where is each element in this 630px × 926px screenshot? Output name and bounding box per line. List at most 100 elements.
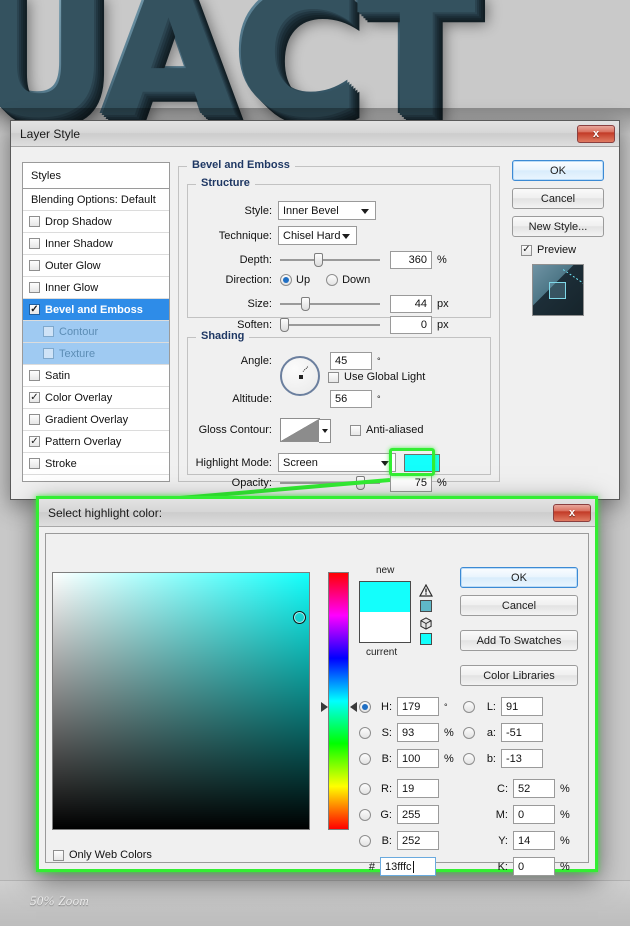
styles-item-checkbox[interactable] (29, 260, 40, 271)
styles-item-checkbox[interactable] (43, 326, 54, 337)
styles-item-checkbox[interactable] (29, 370, 40, 381)
b-input[interactable]: 252 (397, 831, 439, 850)
styles-list-item-contour[interactable]: Contour (23, 321, 169, 343)
styles-list-item-stroke[interactable]: Stroke (23, 453, 169, 475)
highlight-color-swatch[interactable] (404, 454, 440, 472)
web-safe-color-chip[interactable] (420, 633, 432, 645)
styles-item-checkbox[interactable] (29, 238, 40, 249)
sv-field-marker[interactable] (293, 611, 306, 624)
h-model-radio[interactable] (359, 701, 371, 713)
saturation-value-field[interactable] (52, 572, 310, 830)
styles-item-checkbox[interactable] (43, 348, 54, 359)
color-libraries-button[interactable]: Color Libraries (460, 665, 578, 686)
technique-select[interactable]: Chisel Hard (278, 226, 357, 245)
h-input[interactable]: 179 (397, 697, 439, 716)
size-slider-thumb[interactable] (301, 297, 310, 311)
styles-list-item-drop-shadow[interactable]: Drop Shadow (23, 211, 169, 233)
a-input[interactable]: -51 (501, 723, 543, 742)
styles-list-item-pattern-overlay[interactable]: Pattern Overlay (23, 431, 169, 453)
styles-item-checkbox[interactable] (29, 304, 40, 315)
opacity-input[interactable]: 75 (390, 474, 432, 492)
depth-slider[interactable] (280, 252, 380, 268)
styles-list-item-texture[interactable]: Texture (23, 343, 169, 365)
c-input[interactable]: 52 (513, 779, 555, 798)
color-picker-titlebar[interactable]: Select highlight color: x (39, 499, 595, 527)
hue-slider[interactable] (328, 572, 349, 830)
hue-slider-marker-right[interactable] (350, 702, 357, 712)
add-to-swatches-button[interactable]: Add To Swatches (460, 630, 578, 651)
soften-input[interactable]: 0 (390, 316, 432, 334)
b-input[interactable]: -13 (501, 749, 543, 768)
close-icon[interactable]: x (577, 125, 615, 143)
current-color-chip[interactable] (360, 612, 410, 642)
styles-item-checkbox[interactable] (29, 216, 40, 227)
only-web-colors-row[interactable]: Only Web Colors (53, 849, 152, 861)
styles-list-item-outer-glow[interactable]: Outer Glow (23, 255, 169, 277)
preview-checkbox-row[interactable]: Preview (521, 244, 604, 256)
styles-item-checkbox[interactable] (29, 436, 40, 447)
styles-list-item-inner-glow[interactable]: Inner Glow (23, 277, 169, 299)
b-model-radio[interactable] (463, 753, 475, 765)
r-input[interactable]: 19 (397, 779, 439, 798)
styles-item-checkbox[interactable] (29, 458, 40, 469)
color-picker-cancel-button[interactable]: Cancel (460, 595, 578, 616)
s-input[interactable]: 93 (397, 723, 439, 742)
b-input[interactable]: 100 (397, 749, 439, 768)
styles-list-item-satin[interactable]: Satin (23, 365, 169, 387)
preview-checkbox[interactable] (521, 245, 532, 256)
highlight-mode-select[interactable]: Screen (278, 453, 396, 472)
styles-item-checkbox[interactable] (29, 414, 40, 425)
b-model-radio[interactable] (359, 753, 371, 765)
anti-aliased-checkbox[interactable] (350, 425, 361, 436)
gamut-safe-color-chip[interactable] (420, 600, 432, 612)
k-input[interactable]: 0 (513, 857, 555, 876)
use-global-light-checkbox[interactable] (328, 372, 339, 383)
g-model-radio[interactable] (359, 809, 371, 821)
m-input[interactable]: 0 (513, 805, 555, 824)
new-color-chip[interactable] (360, 582, 410, 612)
close-icon[interactable]: x (553, 504, 591, 522)
a-model-radio[interactable] (463, 727, 475, 739)
l-model-radio[interactable] (463, 701, 475, 713)
s-model-radio[interactable] (359, 727, 371, 739)
styles-list-item-gradient-overlay[interactable]: Gradient Overlay (23, 409, 169, 431)
styles-list[interactable]: Blending Options: DefaultDrop ShadowInne… (23, 189, 169, 475)
r-model-radio[interactable] (359, 783, 371, 795)
direction-down-radio[interactable] (326, 274, 338, 286)
color-picker-ok-button[interactable]: OK (460, 567, 578, 588)
opacity-slider[interactable] (280, 475, 380, 491)
l-input[interactable]: 91 (501, 697, 543, 716)
style-select[interactable]: Inner Bevel (278, 201, 376, 220)
angle-input[interactable]: 45 (330, 352, 372, 370)
styles-list-panel[interactable]: Styles Blending Options: DefaultDrop Sha… (22, 162, 170, 482)
styles-list-item-inner-shadow[interactable]: Inner Shadow (23, 233, 169, 255)
soften-slider-thumb[interactable] (280, 318, 289, 332)
size-input[interactable]: 44 (390, 295, 432, 313)
size-slider[interactable] (280, 296, 380, 312)
altitude-input[interactable]: 56 (330, 390, 372, 408)
styles-item-checkbox[interactable] (29, 392, 40, 403)
use-global-light-row[interactable]: Use Global Light (328, 371, 425, 383)
styles-list-item-bevel-and-emboss[interactable]: Bevel and Emboss (23, 299, 169, 321)
styles-item-checkbox[interactable] (29, 282, 40, 293)
styles-list-item-color-overlay[interactable]: Color Overlay (23, 387, 169, 409)
g-input[interactable]: 255 (397, 805, 439, 824)
y-input[interactable]: 14 (513, 831, 555, 850)
cancel-button[interactable]: Cancel (512, 188, 604, 209)
styles-list-item-blending-options-default[interactable]: Blending Options: Default (23, 189, 169, 211)
web-safe-warning-icon[interactable] (419, 617, 433, 630)
hex-input[interactable]: 13fffc (380, 857, 436, 876)
hue-slider-marker-left[interactable] (321, 702, 328, 712)
opacity-slider-thumb[interactable] (356, 476, 365, 490)
depth-slider-thumb[interactable] (314, 253, 323, 267)
gamut-warning-icon[interactable] (419, 584, 433, 597)
direction-up-radio[interactable] (280, 274, 292, 286)
new-style-button[interactable]: New Style... (512, 216, 604, 237)
soften-slider[interactable] (280, 317, 380, 333)
new-current-color-swatch[interactable] (359, 581, 411, 643)
b-model-radio[interactable] (359, 835, 371, 847)
chevron-down-icon[interactable] (319, 419, 331, 443)
gloss-contour-preview[interactable] (280, 418, 320, 442)
ok-button[interactable]: OK (512, 160, 604, 181)
only-web-colors-checkbox[interactable] (53, 850, 64, 861)
